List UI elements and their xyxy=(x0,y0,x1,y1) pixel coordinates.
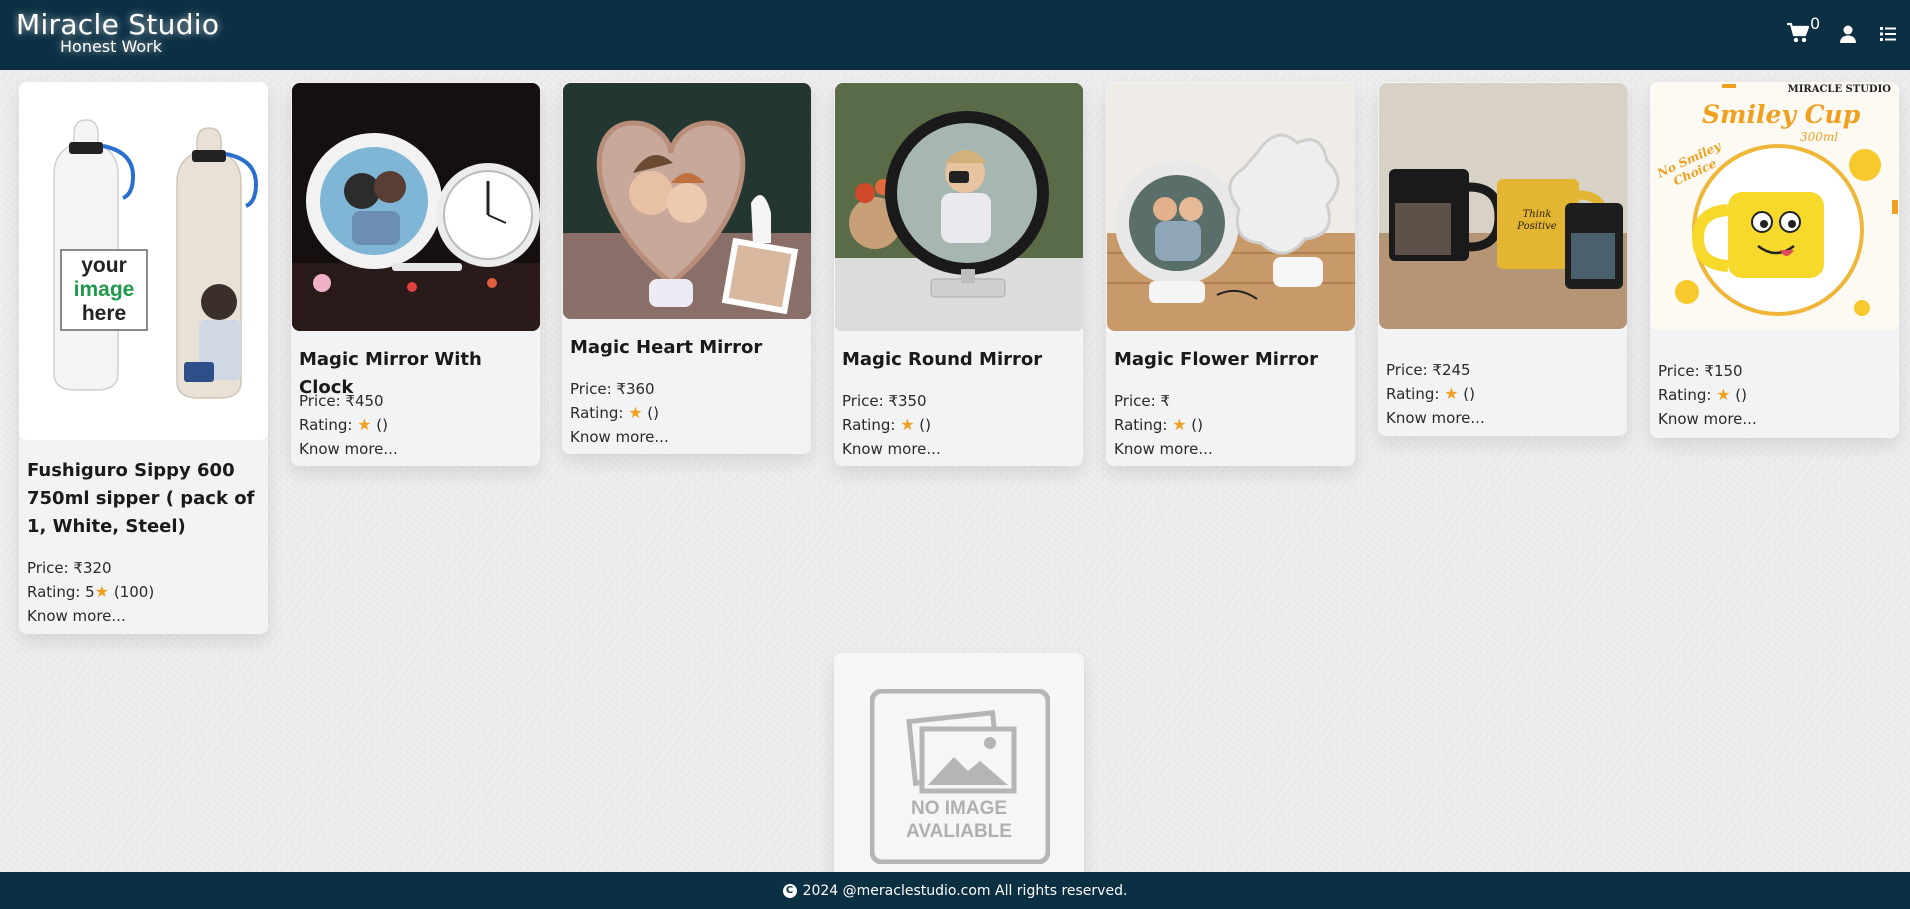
menu-list-icon[interactable] xyxy=(1880,27,1896,41)
know-more-link[interactable]: Know more... xyxy=(1114,437,1213,461)
product-image-magic-mugs: Think Positive xyxy=(1379,83,1627,329)
user-icon[interactable] xyxy=(1840,25,1856,43)
product-rating: Rating: ★ () xyxy=(1114,415,1204,434)
product-image-flower-mirror xyxy=(1107,83,1355,331)
product-card[interactable]: Think Positive Price: ₹245 Rating: ★ () … xyxy=(1378,82,1627,436)
star-icon: ★ xyxy=(1716,385,1731,404)
product-image-round-mirror xyxy=(835,83,1083,331)
know-more-link[interactable]: Know more... xyxy=(570,425,669,449)
top-navbar: Miracle Studio Honest Work 0 xyxy=(0,0,1910,70)
no-image-line1: NO IMAGE xyxy=(910,798,1008,819)
brand-subtitle: Honest Work xyxy=(60,37,163,56)
product-price: Price: ₹350 xyxy=(842,392,927,410)
footer: C 2024 @meraclestudio.com All rights res… xyxy=(0,872,1910,909)
product-image-bottle: your image here xyxy=(19,82,268,440)
product-card[interactable]: Magic Round Mirror Price: ₹350 Rating: ★… xyxy=(834,82,1083,466)
product-name[interactable]: Magic Flower Mirror xyxy=(1114,346,1318,374)
bottle-label-line3: here xyxy=(81,302,127,325)
product-price: Price: ₹450 xyxy=(299,392,384,410)
star-icon: ★ xyxy=(357,415,372,434)
cart-icon[interactable] xyxy=(1786,22,1810,44)
cart-count-badge: 0 xyxy=(1810,14,1821,33)
star-icon: ★ xyxy=(94,582,110,601)
know-more-link[interactable]: Know more... xyxy=(27,604,126,628)
product-price: Price: ₹320 xyxy=(27,559,112,577)
no-image-line2: AVALIABLE xyxy=(906,821,1012,842)
product-rating: Rating: ★ () xyxy=(299,415,389,434)
product-image-smiley-cup: MIRACLE STUDIO Smiley Cup 300ml No Smile… xyxy=(1650,82,1899,330)
product-image-mirror-clock xyxy=(292,83,540,331)
know-more-link[interactable]: Know more... xyxy=(1658,407,1757,431)
product-price: Price: ₹ xyxy=(1114,392,1170,410)
star-icon: ★ xyxy=(900,415,915,434)
product-name[interactable]: Magic Round Mirror xyxy=(842,346,1042,374)
product-rating: Rating: ★ () xyxy=(1386,384,1476,403)
know-more-link[interactable]: Know more... xyxy=(1386,406,1485,430)
star-icon: ★ xyxy=(1172,415,1187,434)
know-more-link[interactable]: Know more... xyxy=(299,437,398,461)
product-card-placeholder[interactable]: NO IMAGE AVALIABLE xyxy=(834,653,1084,883)
cup-brand-text: MIRACLE STUDIO xyxy=(1787,84,1891,95)
product-price: Price: ₹360 xyxy=(570,380,655,398)
product-price: Price: ₹150 xyxy=(1658,362,1743,380)
product-card[interactable]: Magic Flower Mirror Price: ₹ Rating: ★ (… xyxy=(1106,82,1355,466)
product-rating: Rating: ★ () xyxy=(570,403,660,422)
cup-size-text: 300ml xyxy=(1800,130,1839,144)
bottle-label-line2: image xyxy=(73,278,135,301)
product-rating: Rating: ★ () xyxy=(842,415,932,434)
product-card[interactable]: your image here Fushiguro Sippy 600 750m… xyxy=(19,82,268,634)
product-name[interactable]: Fushiguro Sippy 600 750ml sipper ( pack … xyxy=(27,457,263,541)
copyright-icon: C xyxy=(782,883,797,898)
product-rating: Rating: ★ () xyxy=(1658,385,1748,404)
know-more-link[interactable]: Know more... xyxy=(842,437,941,461)
product-name[interactable]: Magic Heart Mirror xyxy=(570,334,762,362)
cup-title-text: Smiley Cup xyxy=(1702,100,1861,129)
footer-text: 2024 @meraclestudio.com All rights reser… xyxy=(802,882,1128,899)
star-icon: ★ xyxy=(1444,384,1459,403)
mug-print-text: Think Positive xyxy=(1517,209,1557,232)
product-image-heart-mirror xyxy=(563,83,811,319)
star-icon: ★ xyxy=(628,403,643,422)
product-card[interactable]: Magic Mirror With Clock Price: ₹450 Rati… xyxy=(291,82,540,466)
product-price: Price: ₹245 xyxy=(1386,361,1471,379)
bottle-label-line1: your xyxy=(81,254,127,277)
product-card[interactable]: MIRACLE STUDIO Smiley Cup 300ml No Smile… xyxy=(1650,82,1899,438)
product-rating: Rating: 5★ (100) xyxy=(27,582,155,601)
product-card[interactable]: Magic Heart Mirror Price: ₹360 Rating: ★… xyxy=(562,82,811,454)
